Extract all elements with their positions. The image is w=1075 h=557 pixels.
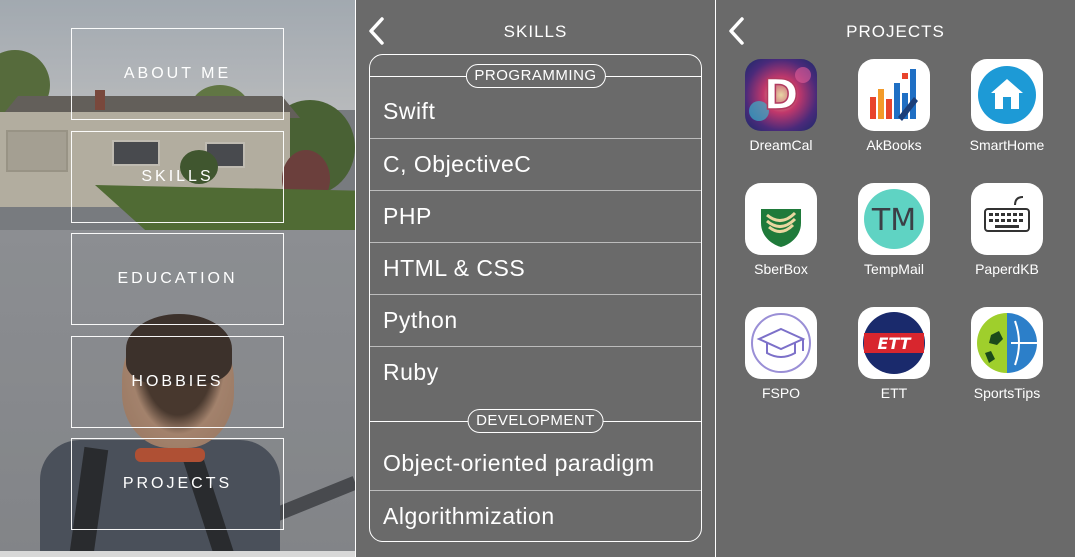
project-name: SberBox	[754, 261, 808, 277]
project-sberbox[interactable]: SberBox	[726, 183, 836, 277]
fspo-icon	[745, 307, 817, 379]
page-title: SKILLS	[503, 22, 568, 41]
paperdkb-icon	[971, 183, 1043, 255]
project-akbooks[interactable]: AkBooks	[839, 59, 949, 153]
project-name: ETT	[880, 385, 908, 401]
skill-item[interactable]: HTML & CSS	[370, 242, 701, 294]
svg-text:D: D	[764, 70, 799, 119]
project-name: TempMail	[864, 261, 924, 277]
skills-screen: SKILLS PROGRAMMING Swift C, ObjectiveC P…	[356, 0, 715, 557]
skill-item[interactable]: Object-oriented paradigm	[370, 438, 701, 490]
project-ett[interactable]: ETT ETT	[839, 307, 949, 401]
page-title: PROJECTS	[846, 22, 945, 41]
skills-button[interactable]: SKILLS	[71, 131, 284, 223]
project-smarthome[interactable]: SmartHome	[952, 59, 1062, 153]
project-name: SportsTips	[973, 385, 1041, 401]
ett-icon: ETT	[858, 307, 930, 379]
project-sportstips[interactable]: SportsTips	[952, 307, 1062, 401]
about-me-button[interactable]: ABOUT ME	[71, 28, 284, 120]
project-name: SmartHome	[969, 137, 1045, 153]
skill-item[interactable]: Swift	[370, 86, 701, 138]
about-me-label: ABOUT ME	[123, 65, 232, 82]
tempmail-icon: TM	[858, 183, 930, 255]
dreamcal-icon: D	[745, 59, 817, 131]
projects-screen: PROJECTS D DreamCal AkBooks SmartHome Sb…	[716, 0, 1075, 557]
skill-item[interactable]: C, ObjectiveC	[370, 138, 701, 190]
sportstips-icon	[971, 307, 1043, 379]
hobbies-button[interactable]: HOBBIES	[71, 336, 284, 428]
skills-label: SKILLS	[141, 168, 214, 185]
skill-item[interactable]: Ruby	[370, 346, 701, 398]
projects-label: PROJECTS	[122, 475, 233, 492]
skills-list: PROGRAMMING Swift C, ObjectiveC PHP HTML…	[369, 54, 702, 542]
projects-button[interactable]: PROJECTS	[71, 438, 284, 530]
section-header-development: DEVELOPMENT	[467, 409, 604, 433]
project-dreamcal[interactable]: D DreamCal	[726, 59, 836, 153]
svg-text:TM: TM	[871, 203, 916, 238]
smarthome-icon	[971, 59, 1043, 131]
project-fspo[interactable]: FSPO	[726, 307, 836, 401]
section-header-programming: PROGRAMMING	[465, 64, 606, 88]
hobbies-label: HOBBIES	[131, 373, 224, 390]
project-paperdkb[interactable]: PaperdKB	[952, 183, 1062, 277]
skill-item[interactable]: Python	[370, 294, 701, 346]
project-name: FSPO	[761, 385, 801, 401]
scroll-indicator	[0, 551, 355, 557]
main-menu-screen: ABOUT ME SKILLS EDUCATION HOBBIES PROJEC…	[0, 0, 355, 557]
project-name: DreamCal	[749, 137, 813, 153]
skill-item[interactable]: PHP	[370, 190, 701, 242]
akbooks-icon	[858, 59, 930, 131]
education-label: EDUCATION	[117, 270, 238, 287]
svg-text:ETT: ETT	[877, 334, 911, 353]
project-name: PaperdKB	[975, 261, 1039, 277]
project-tempmail[interactable]: TM TempMail	[839, 183, 949, 277]
sberbox-icon	[745, 183, 817, 255]
education-button[interactable]: EDUCATION	[71, 233, 284, 325]
project-name: AkBooks	[866, 137, 922, 153]
skill-item[interactable]: Algorithmization	[370, 490, 701, 542]
